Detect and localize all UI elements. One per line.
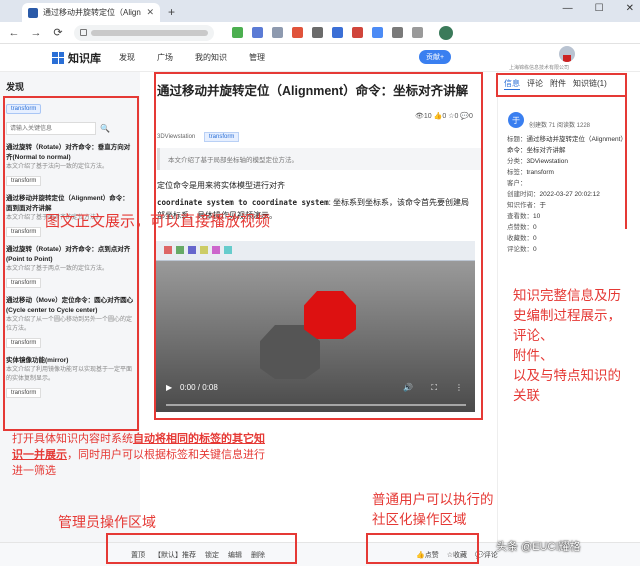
main-menu: 发现 广场 我的知识 管理 <box>119 52 265 63</box>
close-window-icon[interactable]: ✕ <box>626 3 634 14</box>
logo-icon <box>52 51 64 64</box>
avatar[interactable] <box>559 46 575 62</box>
detail-row: 评论数：0 <box>507 246 537 253</box>
browser-toolbar: ← → ⟳ <box>0 22 640 44</box>
favicon-icon <box>28 7 38 18</box>
annotation-admin: 管理员操作区域 <box>58 514 156 530</box>
address-bar[interactable] <box>74 24 214 41</box>
annotation-user: 普通用户可以执行的 社区化操作区域 <box>372 492 494 527</box>
extension-icon[interactable] <box>352 27 363 38</box>
tab-title: 通过移动并旋转定位（Alignment <box>43 8 141 17</box>
annotation-box-article <box>154 72 483 420</box>
extension-icon[interactable] <box>252 27 263 38</box>
detail-info: 标题：通过移动并旋转定位（Alignment）命令：坐标对齐讲解 分类：3DVi… <box>507 134 627 255</box>
address-blurred <box>91 29 208 36</box>
watermark: 头条 @EUCI耀格 <box>496 541 581 553</box>
extension-icon[interactable] <box>392 27 403 38</box>
detail-row: 客户： <box>507 180 527 187</box>
annotation-box-sidebar <box>3 96 139 431</box>
window-controls: — ☐ ✕ <box>563 3 634 14</box>
menu-square[interactable]: 广场 <box>157 52 173 63</box>
annotation-right: 知识完整信息及历史编制过程展示， 评论、 附件、 以及与特点知识的关联 <box>513 288 621 403</box>
annotation-box-admin <box>106 533 297 564</box>
extension-icons <box>232 27 423 38</box>
annotation-line <box>625 97 627 229</box>
detail-row: 分类：3DViewstation <box>507 158 568 165</box>
menu-my-knowledge[interactable]: 我的知识 <box>195 52 227 63</box>
menu-discover[interactable]: 发现 <box>119 52 135 63</box>
detail-row: 创建时间：2022-03-27 20:02:12 <box>507 191 600 198</box>
forward-icon[interactable]: → <box>30 27 42 39</box>
extension-icon[interactable] <box>312 27 323 38</box>
detail-row: 知识作者：于 <box>507 202 546 209</box>
browser-tab-bar: 通过移动并旋转定位（Alignment ✕ + — ☐ ✕ <box>0 0 640 22</box>
maximize-icon[interactable]: ☐ <box>595 3 604 14</box>
new-tab-icon[interactable]: + <box>168 5 175 19</box>
extension-icon[interactable] <box>332 27 343 38</box>
sidebar-title: 发现 <box>6 82 25 92</box>
extension-icon[interactable] <box>232 27 243 38</box>
lock-icon <box>80 29 87 36</box>
minimize-icon[interactable]: — <box>563 3 573 14</box>
browser-tab[interactable]: 通过移动并旋转定位（Alignment ✕ <box>22 3 160 22</box>
profile-icon[interactable] <box>439 25 453 40</box>
extension-icon[interactable] <box>272 27 283 38</box>
brand-name[interactable]: 知识库 <box>68 50 101 66</box>
extension-icon[interactable] <box>292 27 303 38</box>
annotation-video: 图文正文展示，可以直接播放视频 <box>45 213 271 230</box>
close-tab-icon[interactable]: ✕ <box>146 7 154 18</box>
menu-manage[interactable]: 管理 <box>249 52 265 63</box>
author-avatar[interactable]: 于 <box>508 112 524 128</box>
annotation-box-detail-tabs <box>496 73 627 97</box>
back-icon[interactable]: ← <box>8 27 20 39</box>
extension-icon[interactable] <box>372 27 383 38</box>
app-header: 知识库 发现 广场 我的知识 管理 贡献+ 上海锦栋信息技术有限公司 <box>0 44 640 72</box>
org-name: 上海锦栋信息技术有限公司 <box>509 65 570 71</box>
detail-row: 标签：transform <box>507 169 554 176</box>
annotation-left: 打开具体知识内容时系统自动将相同的标签的其它知识一并展示，同时用户可以根据标签和… <box>12 433 265 477</box>
favorites-icon[interactable] <box>412 27 423 38</box>
reload-icon[interactable]: ⟳ <box>52 26 64 39</box>
annotation-box-user <box>366 533 479 564</box>
contribute-button[interactable]: 贡献+ <box>419 50 451 64</box>
detail-row: 点赞数：0 <box>507 224 537 231</box>
detail-row: 收藏数：0 <box>507 235 537 242</box>
detail-row: 标题：通过移动并旋转定位（Alignment）命令：坐标对齐讲解 <box>507 136 627 154</box>
detail-row: 查看数：10 <box>507 213 541 220</box>
author-meta: 创建数 71 阅读数 1228 <box>529 123 591 129</box>
